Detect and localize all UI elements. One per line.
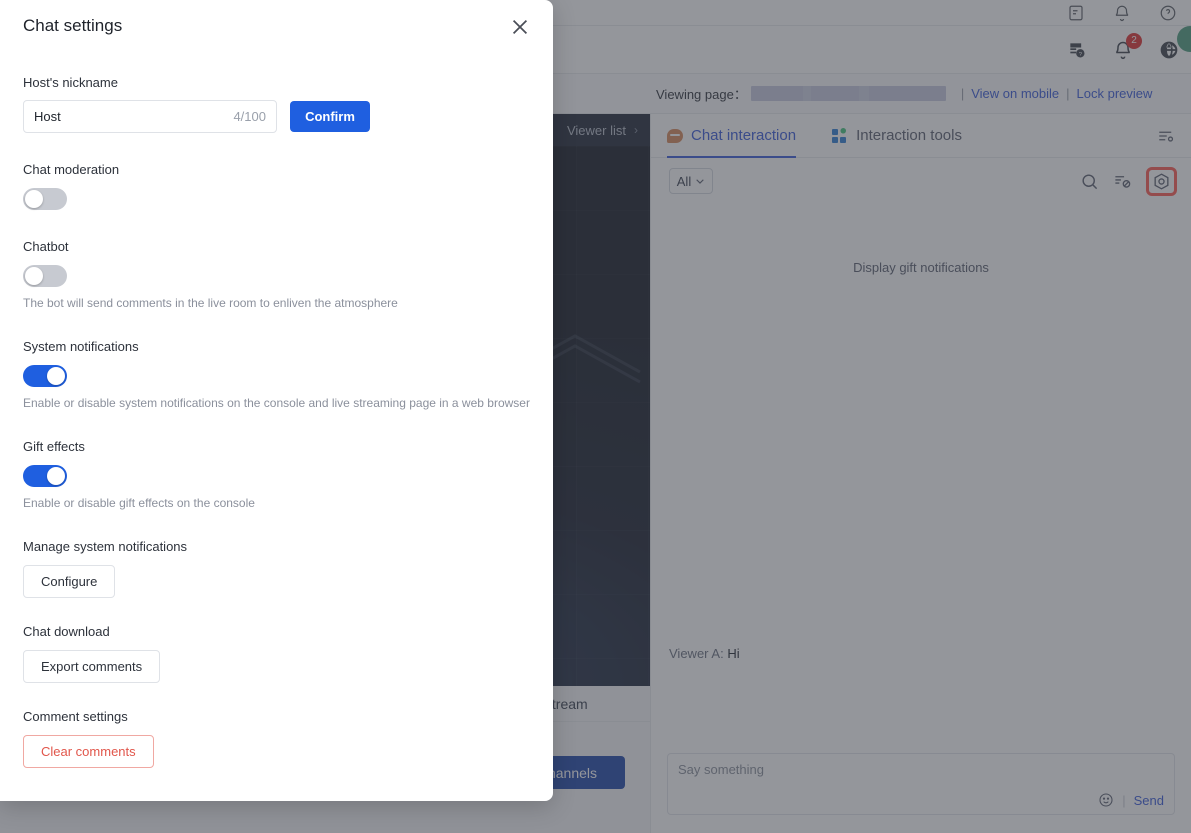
section-chatbot: Chatbot The bot will send comments in th… [23,239,530,310]
toggle-knob [25,190,43,208]
chatbot-toggle[interactable] [23,265,67,287]
chatbot-help-text: The bot will send comments in the live r… [23,296,398,310]
section-manage-system-notifications: Manage system notifications Configure [23,539,530,598]
confirm-button[interactable]: Confirm [290,101,370,132]
system-notifications-toggle[interactable] [23,365,67,387]
chatbot-label: Chatbot [23,239,69,254]
toggle-knob [47,367,65,385]
chat-moderation-label: Chat moderation [23,162,120,177]
toggle-knob [47,467,65,485]
chat-settings-dialog: Chat settings Host's nickname Host 4/100… [0,0,553,801]
section-system-notifications: System notifications Enable or disable s… [23,339,530,410]
hosts-nickname-value: Host [34,109,61,124]
manage-system-notifications-label: Manage system notifications [23,539,188,554]
configure-button[interactable]: Configure [23,565,116,598]
comment-settings-label: Comment settings [23,709,128,724]
gift-effects-label: Gift effects [23,439,85,454]
chat-moderation-toggle[interactable] [23,188,67,210]
chat-download-label: Chat download [23,624,110,639]
section-gift-effects: Gift effects Enable or disable gift effe… [23,439,530,510]
system-notifications-label: System notifications [23,339,139,354]
export-comments-button[interactable]: Export comments [23,650,161,683]
close-icon[interactable] [509,16,531,38]
dialog-title: Chat settings [23,16,123,35]
hosts-nickname-label: Host's nickname [23,75,118,90]
hosts-nickname-input[interactable]: Host 4/100 [23,100,277,133]
dialog-header: Chat settings [0,0,553,52]
section-chat-download: Chat download Export comments [23,624,530,683]
section-chat-moderation: Chat moderation [23,162,530,210]
hosts-nickname-counter: 4/100 [233,109,266,124]
dialog-body: Host's nickname Host 4/100 Confirm Chat … [0,52,553,768]
system-notifications-help-text: Enable or disable system notifications o… [23,396,530,410]
gift-effects-help-text: Enable or disable gift effects on the co… [23,496,255,510]
section-hosts-nickname: Host's nickname Host 4/100 Confirm [23,75,530,133]
toggle-knob [25,267,43,285]
clear-comments-button[interactable]: Clear comments [23,735,154,768]
section-comment-settings: Comment settings Clear comments [23,709,530,768]
gift-effects-toggle[interactable] [23,465,67,487]
hosts-nickname-row: Host 4/100 Confirm [23,100,530,133]
